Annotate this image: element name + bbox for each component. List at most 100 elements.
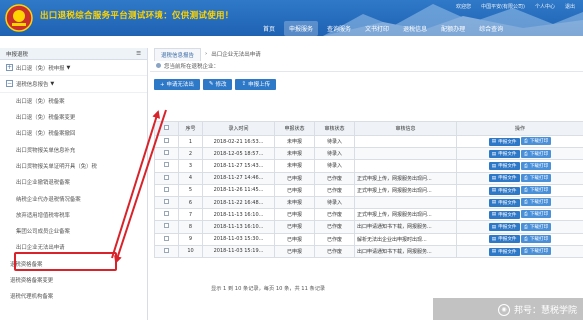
table-row[interactable]: 5 2018-11-26 11:45... 已申报 已作废 正式申报上传，网报服务出现问… [154, 183, 583, 197]
row-checkbox[interactable] [164, 174, 169, 180]
cell-declare: 已申报 [274, 208, 315, 222]
sidebar-group-tax-info-report[interactable]: − 退税信息报告 ▼ [0, 76, 147, 93]
table-row[interactable]: 1 2018-02-21 16:53... 未申报 待录入 ▤ 申报文件 ⎙ 下载打印 [154, 134, 583, 149]
declare-file-button[interactable]: ▤ 申报文件 [488, 150, 520, 159]
nav-quota[interactable]: 配额办理 [436, 21, 470, 36]
sidebar-item[interactable]: 集团公司成员企业备案 [0, 223, 147, 239]
row-checkbox-cell[interactable] [154, 220, 179, 234]
declare-file-button[interactable]: ▤ 申报文件 [488, 137, 520, 146]
nav-print[interactable]: 文书打印 [360, 21, 394, 36]
nav-home[interactable]: 首页 [258, 21, 280, 36]
upload-button[interactable]: ⇪ 申报上传 [235, 78, 277, 90]
download-print-button[interactable]: ⎙ 下载打印 [521, 234, 552, 243]
download-print-button[interactable]: ⎙ 下载打印 [521, 198, 552, 207]
select-all-checkbox[interactable] [164, 125, 169, 130]
declare-file-button[interactable]: ▤ 申报文件 [488, 186, 520, 195]
row-checkbox-cell[interactable] [154, 134, 179, 149]
cell-actions: ▤ 申报文件 ⎙ 下载打印 [456, 134, 583, 149]
company-link[interactable]: 中国平安(有限公司) [481, 3, 525, 10]
table-row[interactable]: 10 2018-11-03 15:19... 已申报 已作废 出口申请通知书下载，网报服… [154, 244, 583, 258]
declare-file-button[interactable]: ▤ 申报文件 [488, 223, 520, 232]
row-checkbox-cell[interactable] [154, 183, 179, 197]
download-print-button[interactable]: ⎙ 下载打印 [521, 247, 552, 256]
row-checkbox[interactable] [164, 199, 169, 205]
header-actions: 操作 [456, 121, 583, 136]
document-icon: ▤ [491, 188, 497, 194]
cell-seq: 1 [178, 134, 203, 149]
document-icon: ▤ [491, 175, 497, 181]
sidebar-item[interactable]: 退税代理机构备案 [0, 288, 147, 304]
row-checkbox[interactable] [164, 235, 169, 241]
declare-file-button[interactable]: ▤ 申报文件 [488, 210, 520, 219]
sidebar-item[interactable]: 出口企业撤销退税备案 [0, 174, 147, 190]
row-checkbox-cell[interactable] [154, 159, 179, 173]
logout-link[interactable]: 退出 [565, 3, 575, 10]
caret-down-icon: ▼ [66, 64, 71, 71]
download-print-button[interactable]: ⎙ 下载打印 [521, 137, 552, 146]
row-checkbox[interactable] [164, 150, 169, 156]
declare-file-button[interactable]: ▤ 申报文件 [488, 235, 520, 244]
cell-declare: 未申报 [274, 134, 315, 149]
cell-audit: 已作废 [314, 244, 355, 258]
sidebar-item[interactable]: 出口货物报关单信息补充 [0, 141, 147, 157]
declare-file-button[interactable]: ▤ 申报文件 [488, 174, 520, 183]
download-print-button[interactable]: ⎙ 下载打印 [521, 222, 552, 231]
nav-tax-info[interactable]: 退税信息 [398, 21, 432, 36]
cell-actions: ▤ 申报文件 ⎙ 下载打印 [456, 232, 583, 246]
table-row[interactable]: 9 2018-11-03 15:30... 已申报 已作废 解析无法出企业出申报时出现.… [154, 232, 583, 246]
row-checkbox-cell[interactable] [154, 195, 179, 210]
row-checkbox[interactable] [164, 223, 169, 229]
collapse-icon[interactable]: − [6, 80, 13, 88]
sidebar-item[interactable]: 退税资格备案变更 [0, 272, 147, 288]
download-print-button[interactable]: ⎙ 下载打印 [521, 173, 552, 182]
pager-info: 显示 1 到 10 条记录，每页 10 条，共 11 条记录 [211, 286, 326, 292]
sidebar-item[interactable]: 纳税企业代办退税情况备案 [0, 190, 147, 206]
sidebar-item[interactable]: 放弃适用增值税零税率 [0, 207, 147, 223]
table-row[interactable]: 3 2018-11-27 15:43... 未申报 待录入 ▤ 申报文件 ⎙ 下载打印 [154, 159, 583, 173]
table-row[interactable]: 7 2018-11-13 16:10... 已申报 已作废 正式申报上传，网报服务出现问… [154, 208, 583, 222]
sidebar-item[interactable]: 出口退（免）税备案 [0, 93, 147, 109]
download-print-button[interactable]: ⎙ 下载打印 [521, 149, 552, 158]
app-header: 出口退税综合服务平台测试环境：仅供测试使用！ 欢迎您 中国平安(有限公司) 个人… [0, 0, 583, 36]
sidebar-group-export-declare[interactable]: + 出口退（免）税申报 ▼ [0, 60, 147, 77]
table-row[interactable]: 4 2018-11-27 14:46... 已申报 已作废 正式申报上传，网报服务出现问… [154, 171, 583, 185]
declare-file-label: 申报文件 [498, 237, 517, 243]
edit-button-label: 修改 [215, 82, 227, 88]
download-print-button[interactable]: ⎙ 下载打印 [521, 186, 552, 195]
expand-icon[interactable]: + [6, 64, 13, 72]
download-print-button[interactable]: ⎙ 下载打印 [521, 161, 552, 170]
declare-file-button[interactable]: ▤ 申报文件 [488, 247, 520, 256]
nav-combined-query[interactable]: 综合查询 [474, 21, 508, 36]
row-checkbox[interactable] [164, 162, 169, 168]
row-checkbox-cell[interactable] [154, 171, 179, 185]
row-checkbox[interactable] [164, 138, 169, 144]
sidebar-item[interactable]: 出口退（免）税备案变更 [0, 109, 147, 125]
row-checkbox-cell[interactable] [154, 232, 179, 246]
row-checkbox[interactable] [164, 247, 169, 253]
table-row[interactable]: 8 2018-11-13 16:10... 已申报 已作废 出口申请通知书下载，网报服务… [154, 220, 583, 234]
declare-file-label: 申报文件 [498, 164, 517, 170]
header-checkbox[interactable] [154, 121, 179, 136]
sidebar-item[interactable]: 出口退（免）税备案撤回 [0, 125, 147, 141]
download-print-label: 下载打印 [529, 236, 549, 242]
welcome-link: 欢迎您 [456, 4, 472, 10]
edit-button[interactable]: ✎ 修改 [202, 78, 233, 90]
nav-query[interactable]: 查询服务 [322, 21, 356, 36]
download-print-button[interactable]: ⎙ 下载打印 [521, 210, 552, 219]
user-center-link[interactable]: 个人中心 [535, 3, 555, 10]
breadcrumb-tab[interactable]: 退税信息报告 [154, 47, 202, 61]
declare-file-button[interactable]: ▤ 申报文件 [488, 162, 520, 171]
declare-file-label: 申报文件 [498, 176, 517, 182]
row-checkbox[interactable] [164, 211, 169, 217]
menu-icon[interactable]: ☰ [136, 51, 141, 57]
row-checkbox-cell[interactable] [154, 147, 179, 161]
row-checkbox-cell[interactable] [154, 208, 179, 222]
row-checkbox-cell[interactable] [154, 244, 179, 258]
nav-declare[interactable]: 申报服务 [284, 21, 319, 36]
table-row[interactable]: 2 2018-12-05 18:57... 未申报 待录入 ▤ 申报文件 ⎙ 下载打印 [154, 147, 583, 161]
declare-file-button[interactable]: ▤ 申报文件 [488, 198, 520, 207]
sidebar-item[interactable]: 出口货物报关单证明开具（免）税 [0, 158, 147, 174]
row-checkbox[interactable] [164, 186, 169, 192]
table-row[interactable]: 6 2018-11-22 16:48... 未申报 待录入 ▤ 申报文件 ⎙ 下载打印 [154, 195, 583, 210]
apply-button[interactable]: + 申请无法出 [154, 78, 200, 90]
